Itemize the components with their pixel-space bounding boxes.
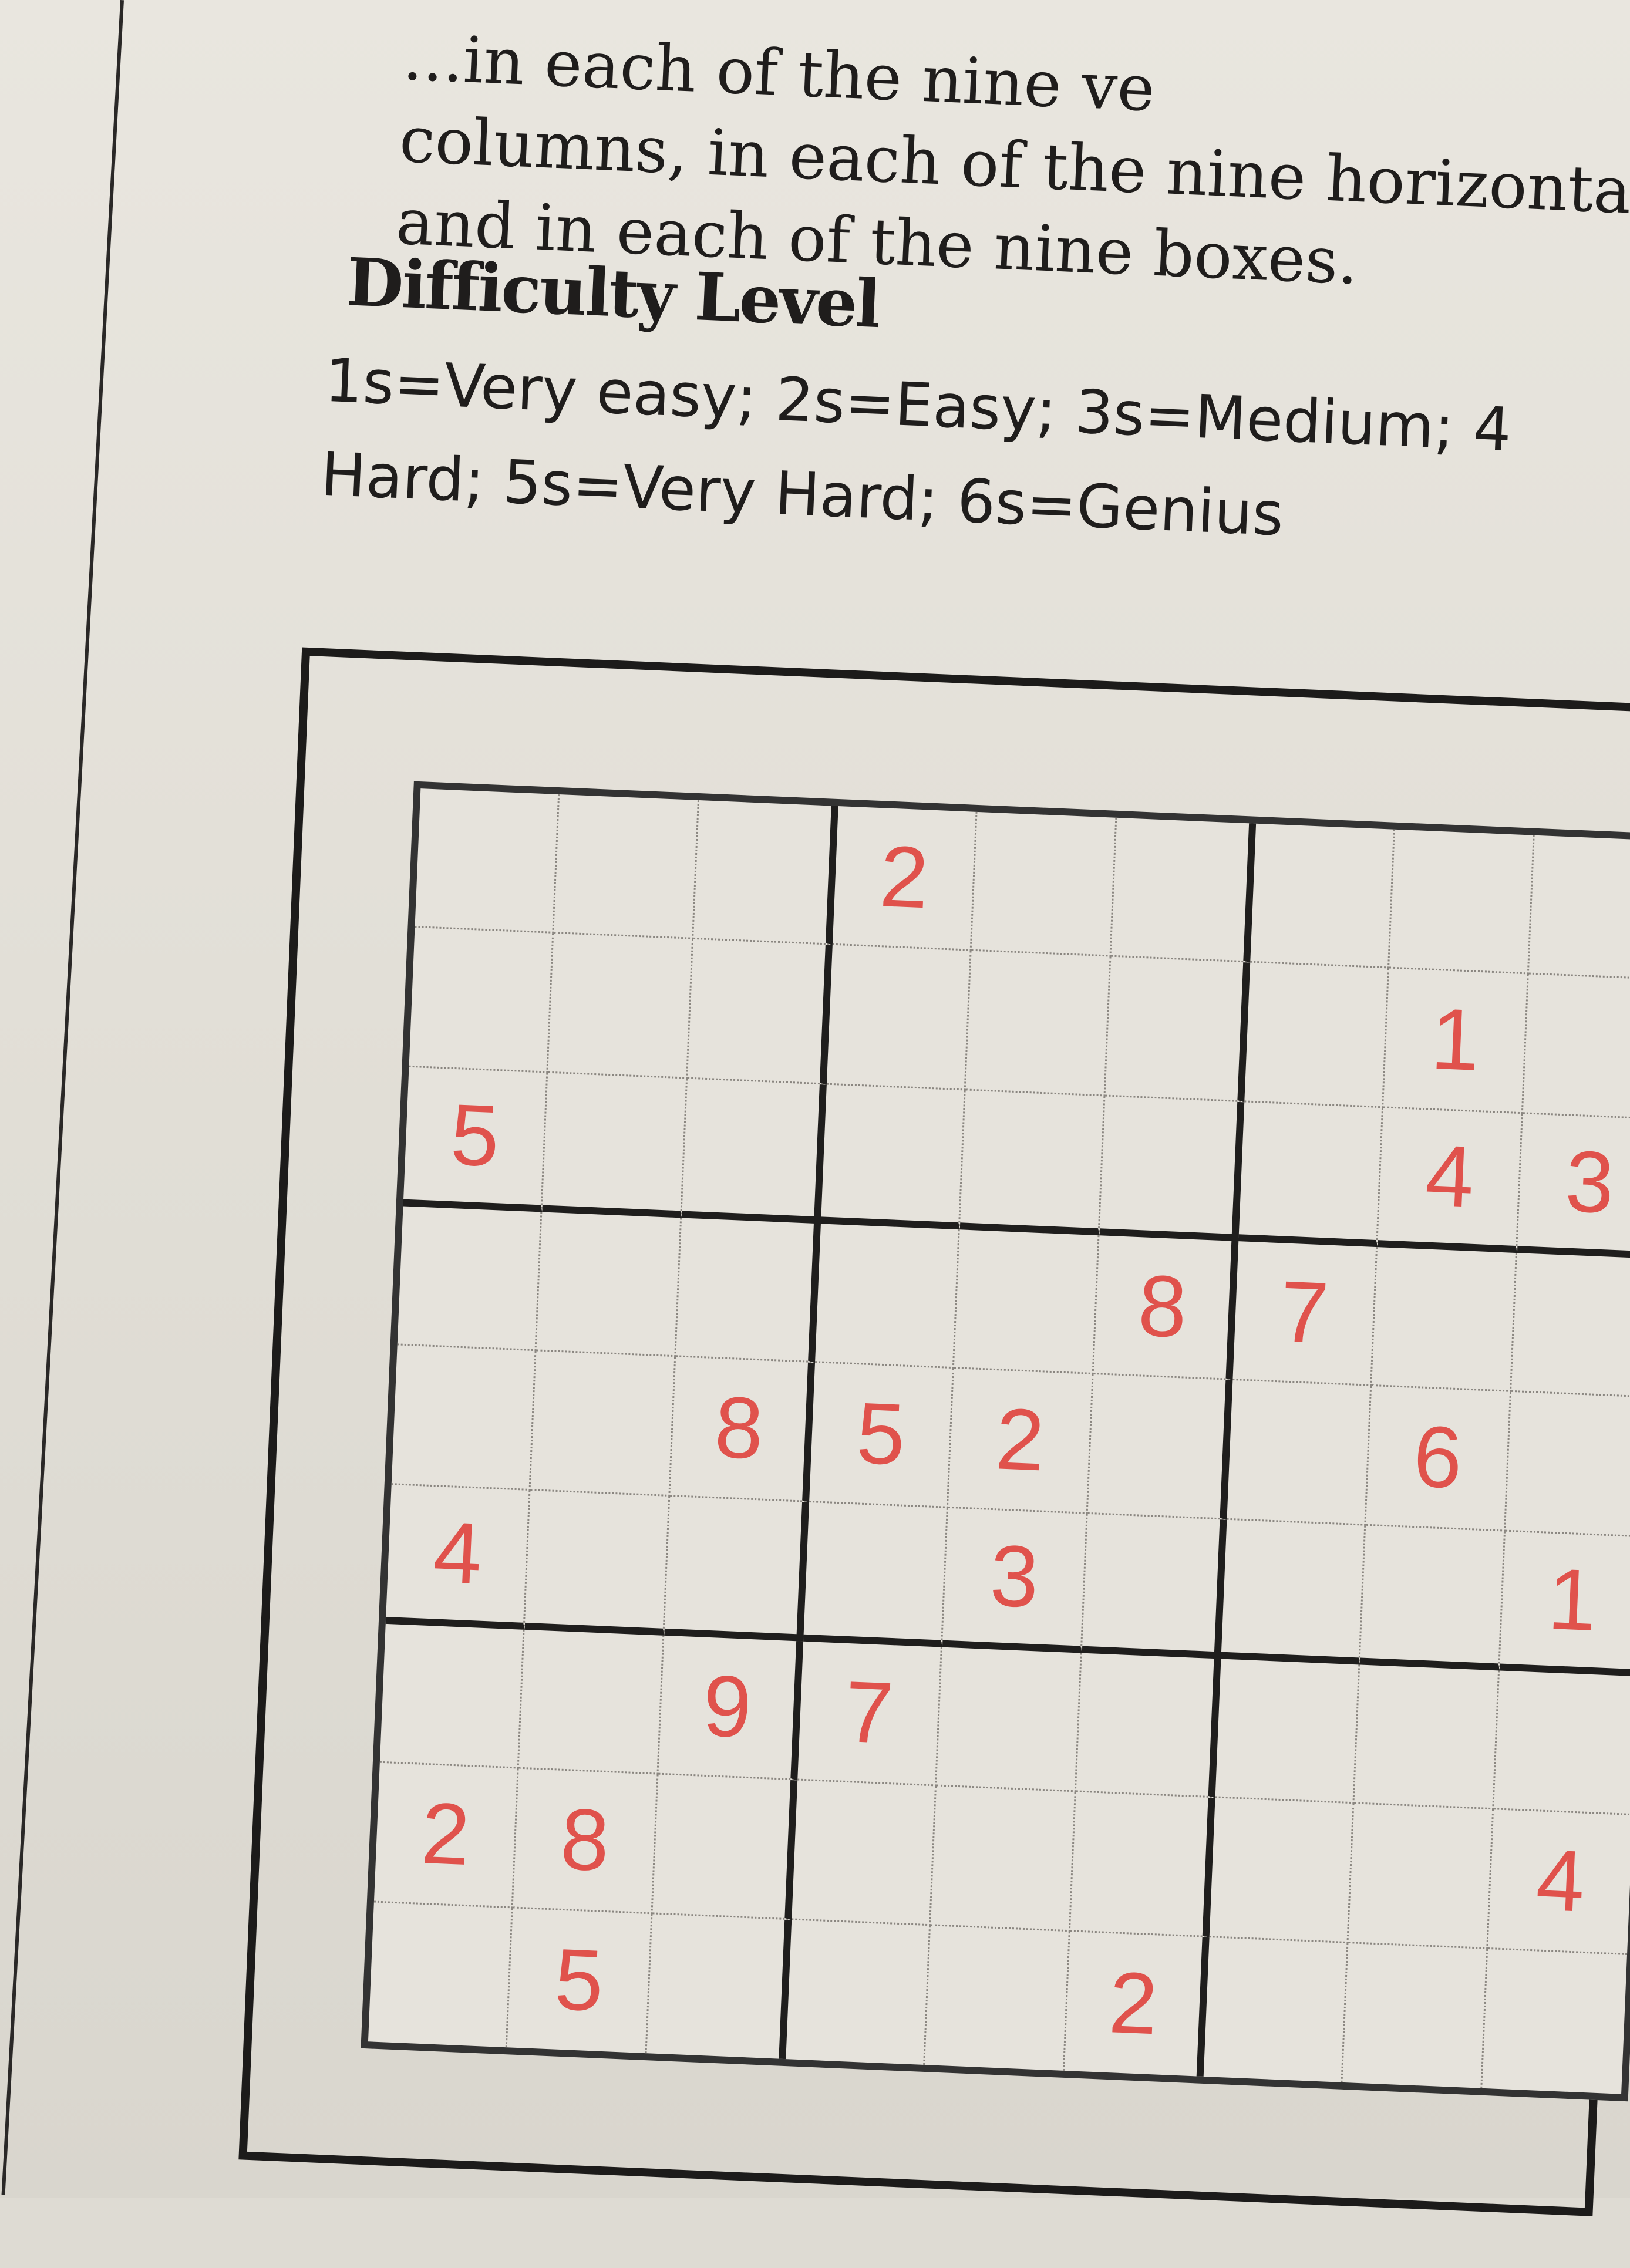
sudoku-cell-r4c7: 7 <box>1232 1241 1378 1387</box>
sudoku-cell-r4c2 <box>536 1212 682 1357</box>
sudoku-cell-r6c5: 3 <box>942 1508 1088 1653</box>
sudoku-cell-r6c7 <box>1221 1519 1366 1665</box>
sudoku-cell-r4c8 <box>1372 1247 1517 1393</box>
sudoku-cell-r5c4: 5 <box>809 1363 955 1508</box>
sudoku-cell-r6c9: 1 <box>1499 1531 1630 1677</box>
sudoku-cell-r2c7 <box>1244 962 1390 1108</box>
sudoku-cell-r2c4 <box>826 945 972 1091</box>
sudoku-cell-r7c5 <box>937 1647 1082 1792</box>
sudoku-cell-r7c3: 9 <box>658 1635 804 1781</box>
sudoku-cell-r2c3 <box>687 939 833 1085</box>
sudoku-cell-r1c4: 2 <box>832 806 978 952</box>
sudoku-cell-r9c5 <box>925 1925 1070 2071</box>
sudoku-cell-r3c3 <box>681 1079 827 1224</box>
sudoku-cell-r4c1 <box>397 1206 543 1352</box>
sudoku-cell-r8c3 <box>652 1774 798 1920</box>
sudoku-cell-r4c9 <box>1511 1253 1630 1398</box>
sudoku-cell-r6c3 <box>664 1496 810 1642</box>
sudoku-cell-r8c7 <box>1209 1798 1355 1943</box>
sudoku-cell-r7c2 <box>518 1629 664 1775</box>
sudoku-article: ...in each of the nine ve columns, in ea… <box>0 0 1630 2264</box>
sudoku-cell-r8c5 <box>931 1786 1076 1932</box>
sudoku-cell-r3c5 <box>960 1090 1106 1236</box>
sudoku-cell-r2c8: 1 <box>1383 968 1529 1114</box>
sudoku-cell-r1c2 <box>554 794 699 940</box>
sudoku-cell-r8c4 <box>792 1780 937 1926</box>
sudoku-cell-r8c2: 8 <box>513 1768 659 1915</box>
sudoku-cell-r4c6: 8 <box>1093 1235 1239 1381</box>
sudoku-cell-r1c1 <box>415 788 560 934</box>
sudoku-cell-r9c6: 2 <box>1064 1931 1210 2077</box>
sudoku-cell-r5c6 <box>1087 1374 1233 1520</box>
sudoku-cell-r7c4: 7 <box>797 1641 943 1787</box>
sudoku-cell-r6c1: 4 <box>385 1484 531 1630</box>
difficulty-legend: 1s=Very easy; 2s=Easy; 3s=Medium; 4 Hard… <box>319 334 1513 571</box>
sudoku-cell-r8c9: 4 <box>1487 1809 1630 1955</box>
sudoku-cell-r7c1 <box>379 1623 525 1769</box>
newspaper-page: ...in each of the nine ve columns, in ea… <box>0 0 1630 2216</box>
sudoku-cell-r3c4 <box>820 1084 966 1230</box>
sudoku-cell-r6c6 <box>1082 1514 1227 1659</box>
sudoku-cell-r2c6 <box>1105 956 1251 1103</box>
sudoku-cell-r9c7 <box>1203 1937 1349 2082</box>
sudoku-cell-r1c5 <box>971 811 1117 957</box>
sudoku-cell-r7c9 <box>1493 1670 1630 1816</box>
sudoku-grid: 215438785264319728452 <box>361 781 1630 2102</box>
sudoku-cell-r9c4 <box>786 1919 931 2065</box>
sudoku-cell-r1c7 <box>1250 823 1396 969</box>
sudoku-cell-r3c7 <box>1238 1102 1384 1248</box>
sudoku-cell-r7c8 <box>1354 1664 1500 1810</box>
sudoku-cell-r6c8 <box>1360 1525 1506 1671</box>
sudoku-cell-r3c9: 3 <box>1517 1113 1630 1259</box>
sudoku-cell-r3c8: 4 <box>1378 1107 1523 1253</box>
sudoku-cell-r9c2: 5 <box>507 1908 653 2054</box>
sudoku-cell-r2c5 <box>966 951 1112 1097</box>
sudoku-cell-r1c9 <box>1528 835 1630 980</box>
sudoku-cell-r1c6 <box>1111 817 1257 963</box>
sudoku-cell-r8c6 <box>1070 1792 1215 1937</box>
sudoku-cell-r5c2 <box>530 1351 676 1497</box>
sudoku-cell-r9c3 <box>646 1914 792 2060</box>
sudoku-cell-r8c8 <box>1348 1804 1494 1949</box>
sudoku-cell-r5c8: 6 <box>1366 1386 1511 1532</box>
sudoku-cell-r5c7 <box>1227 1380 1372 1526</box>
sudoku-cell-r2c9 <box>1523 974 1630 1120</box>
sudoku-cell-r5c3: 8 <box>669 1357 815 1502</box>
sudoku-cell-r6c4 <box>803 1502 949 1647</box>
sudoku-cell-r9c8 <box>1342 1943 1488 2088</box>
sudoku-cell-r4c4 <box>814 1224 961 1369</box>
sudoku-cell-r8c1: 2 <box>373 1763 519 1909</box>
sudoku-cell-r3c2 <box>542 1073 688 1218</box>
sudoku-cell-r1c8 <box>1389 829 1535 975</box>
sudoku-cell-r7c7 <box>1215 1659 1360 1804</box>
sudoku-cell-r5c1 <box>391 1345 537 1491</box>
sudoku-cell-r9c9 <box>1482 1949 1627 2094</box>
sudoku-cell-r4c5 <box>954 1229 1100 1375</box>
sudoku-cell-r1c3 <box>693 800 838 946</box>
sudoku-cell-r3c6 <box>1099 1096 1245 1242</box>
sudoku-cell-r3c1: 5 <box>403 1067 548 1212</box>
sudoku-cell-r5c9 <box>1505 1392 1630 1538</box>
sudoku-cell-r6c2 <box>524 1490 670 1636</box>
sudoku-cell-r7c6 <box>1076 1653 1221 1798</box>
sudoku-cell-r4c3 <box>675 1218 821 1363</box>
sudoku-cell-r9c1 <box>368 1902 513 2048</box>
sudoku-cell-r2c1 <box>409 928 554 1073</box>
sudoku-cell-r2c2 <box>548 934 693 1079</box>
sudoku-cell-r5c5: 2 <box>948 1369 1094 1514</box>
